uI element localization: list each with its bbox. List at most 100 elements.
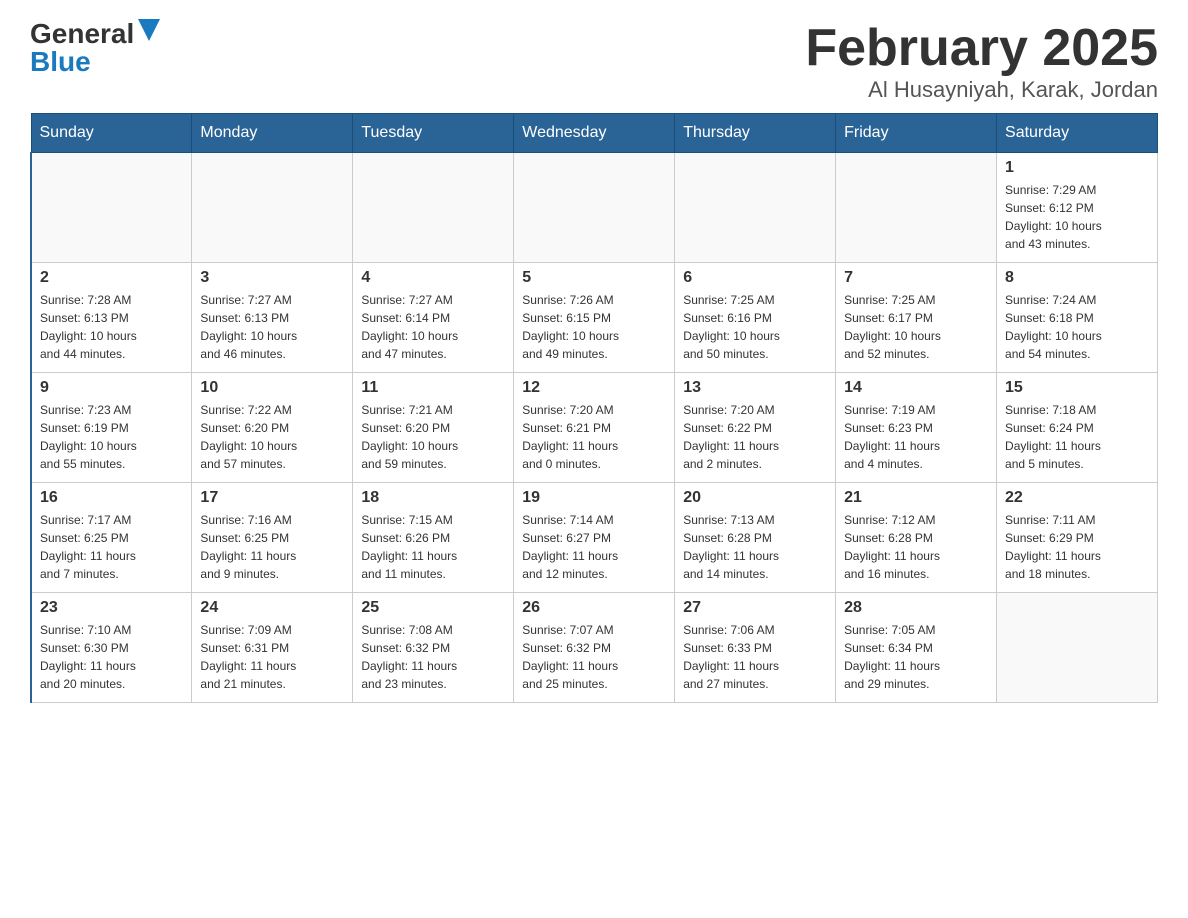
day-info: Sunrise: 7:21 AMSunset: 6:20 PMDaylight:… [361, 401, 505, 473]
calendar-week-row: 2 Sunrise: 7:28 AMSunset: 6:13 PMDaylight… [31, 263, 1158, 373]
day-number: 24 [200, 599, 344, 617]
calendar-day-cell: 22 Sunrise: 7:11 AMSunset: 6:29 PMDayligh… [997, 483, 1158, 593]
location: Al Husayniyah, Karak, Jordan [805, 77, 1158, 103]
day-number: 5 [522, 269, 666, 287]
calendar-day-cell: 15 Sunrise: 7:18 AMSunset: 6:24 PMDayligh… [997, 373, 1158, 483]
calendar-day-cell: 26 Sunrise: 7:07 AMSunset: 6:32 PMDayligh… [514, 593, 675, 703]
day-number: 12 [522, 379, 666, 397]
day-info: Sunrise: 7:26 AMSunset: 6:15 PMDaylight:… [522, 291, 666, 363]
weekday-header: Saturday [997, 114, 1158, 153]
calendar-day-cell [836, 153, 997, 263]
day-info: Sunrise: 7:18 AMSunset: 6:24 PMDaylight:… [1005, 401, 1149, 473]
day-number: 17 [200, 489, 344, 507]
calendar-week-row: 1 Sunrise: 7:29 AMSunset: 6:12 PMDaylight… [31, 153, 1158, 263]
day-info: Sunrise: 7:05 AMSunset: 6:34 PMDaylight:… [844, 621, 988, 693]
weekday-header: Tuesday [353, 114, 514, 153]
day-number: 25 [361, 599, 505, 617]
calendar-day-cell: 6 Sunrise: 7:25 AMSunset: 6:16 PMDaylight… [675, 263, 836, 373]
calendar-body: 1 Sunrise: 7:29 AMSunset: 6:12 PMDaylight… [31, 153, 1158, 703]
day-number: 15 [1005, 379, 1149, 397]
day-number: 4 [361, 269, 505, 287]
day-info: Sunrise: 7:25 AMSunset: 6:16 PMDaylight:… [683, 291, 827, 363]
day-number: 28 [844, 599, 988, 617]
day-number: 3 [200, 269, 344, 287]
calendar-day-cell: 25Sunrise: 7:08 AMSunset: 6:32 PMDayligh… [353, 593, 514, 703]
calendar-day-cell: 24 Sunrise: 7:09 AMSunset: 6:31 PMDayligh… [192, 593, 353, 703]
day-number: 20 [683, 489, 827, 507]
calendar-day-cell: 18Sunrise: 7:15 AMSunset: 6:26 PMDayligh… [353, 483, 514, 593]
day-info: Sunrise: 7:24 AMSunset: 6:18 PMDaylight:… [1005, 291, 1149, 363]
calendar-day-cell: 9 Sunrise: 7:23 AMSunset: 6:19 PMDaylight… [31, 373, 192, 483]
logo: General Blue [30, 20, 160, 76]
calendar-day-cell: 3Sunrise: 7:27 AMSunset: 6:13 PMDaylight… [192, 263, 353, 373]
weekday-header: Wednesday [514, 114, 675, 153]
day-number: 9 [40, 379, 183, 397]
calendar-day-cell: 2 Sunrise: 7:28 AMSunset: 6:13 PMDaylight… [31, 263, 192, 373]
weekday-header: Monday [192, 114, 353, 153]
day-number: 1 [1005, 159, 1149, 177]
logo-general-text: General [30, 20, 134, 48]
day-number: 6 [683, 269, 827, 287]
title-block: February 2025 Al Husayniyah, Karak, Jord… [805, 20, 1158, 103]
calendar-week-row: 23 Sunrise: 7:10 AMSunset: 6:30 PMDayligh… [31, 593, 1158, 703]
day-number: 23 [40, 599, 183, 617]
calendar-week-row: 16 Sunrise: 7:17 AMSunset: 6:25 PMDayligh… [31, 483, 1158, 593]
day-info: Sunrise: 7:12 AMSunset: 6:28 PMDaylight:… [844, 511, 988, 583]
day-info: Sunrise: 7:17 AMSunset: 6:25 PMDaylight:… [40, 511, 183, 583]
calendar-day-cell: 27Sunrise: 7:06 AMSunset: 6:33 PMDayligh… [675, 593, 836, 703]
day-info: Sunrise: 7:22 AMSunset: 6:20 PMDaylight:… [200, 401, 344, 473]
calendar-day-cell: 19 Sunrise: 7:14 AMSunset: 6:27 PMDayligh… [514, 483, 675, 593]
calendar-day-cell: 13Sunrise: 7:20 AMSunset: 6:22 PMDayligh… [675, 373, 836, 483]
day-info: Sunrise: 7:07 AMSunset: 6:32 PMDaylight:… [522, 621, 666, 693]
calendar-day-cell [675, 153, 836, 263]
calendar-day-cell: 16 Sunrise: 7:17 AMSunset: 6:25 PMDayligh… [31, 483, 192, 593]
weekday-header: Sunday [31, 114, 192, 153]
calendar-day-cell: 7 Sunrise: 7:25 AMSunset: 6:17 PMDaylight… [836, 263, 997, 373]
day-info: Sunrise: 7:14 AMSunset: 6:27 PMDaylight:… [522, 511, 666, 583]
day-number: 10 [200, 379, 344, 397]
calendar-header: SundayMondayTuesdayWednesdayThursdayFrid… [31, 114, 1158, 153]
calendar-day-cell: 28 Sunrise: 7:05 AMSunset: 6:34 PMDayligh… [836, 593, 997, 703]
calendar-day-cell: 10 Sunrise: 7:22 AMSunset: 6:20 PMDayligh… [192, 373, 353, 483]
day-number: 22 [1005, 489, 1149, 507]
day-number: 14 [844, 379, 988, 397]
day-number: 2 [40, 269, 183, 287]
day-info: Sunrise: 7:11 AMSunset: 6:29 PMDaylight:… [1005, 511, 1149, 583]
day-number: 11 [361, 379, 505, 397]
day-number: 19 [522, 489, 666, 507]
logo-blue-text: Blue [30, 48, 91, 76]
day-number: 7 [844, 269, 988, 287]
calendar-day-cell [31, 153, 192, 263]
day-info: Sunrise: 7:15 AMSunset: 6:26 PMDaylight:… [361, 511, 505, 583]
day-info: Sunrise: 7:09 AMSunset: 6:31 PMDaylight:… [200, 621, 344, 693]
day-info: Sunrise: 7:20 AMSunset: 6:21 PMDaylight:… [522, 401, 666, 473]
month-title: February 2025 [805, 20, 1158, 77]
day-info: Sunrise: 7:10 AMSunset: 6:30 PMDaylight:… [40, 621, 183, 693]
logo-triangle-icon [138, 19, 160, 41]
day-number: 8 [1005, 269, 1149, 287]
page-header: General Blue February 2025 Al Husayniyah… [30, 20, 1158, 103]
calendar-day-cell: 14 Sunrise: 7:19 AMSunset: 6:23 PMDayligh… [836, 373, 997, 483]
day-info: Sunrise: 7:28 AMSunset: 6:13 PMDaylight:… [40, 291, 183, 363]
calendar-day-cell: 11 Sunrise: 7:21 AMSunset: 6:20 PMDayligh… [353, 373, 514, 483]
day-info: Sunrise: 7:16 AMSunset: 6:25 PMDaylight:… [200, 511, 344, 583]
day-info: Sunrise: 7:13 AMSunset: 6:28 PMDaylight:… [683, 511, 827, 583]
day-info: Sunrise: 7:25 AMSunset: 6:17 PMDaylight:… [844, 291, 988, 363]
weekday-header: Friday [836, 114, 997, 153]
calendar-day-cell: 5 Sunrise: 7:26 AMSunset: 6:15 PMDaylight… [514, 263, 675, 373]
calendar-day-cell [514, 153, 675, 263]
day-info: Sunrise: 7:23 AMSunset: 6:19 PMDaylight:… [40, 401, 183, 473]
day-number: 21 [844, 489, 988, 507]
day-number: 27 [683, 599, 827, 617]
calendar-week-row: 9 Sunrise: 7:23 AMSunset: 6:19 PMDaylight… [31, 373, 1158, 483]
calendar-day-cell: 21 Sunrise: 7:12 AMSunset: 6:28 PMDayligh… [836, 483, 997, 593]
calendar-day-cell [192, 153, 353, 263]
day-info: Sunrise: 7:20 AMSunset: 6:22 PMDaylight:… [683, 401, 827, 473]
day-number: 16 [40, 489, 183, 507]
calendar-day-cell: 4Sunrise: 7:27 AMSunset: 6:14 PMDaylight… [353, 263, 514, 373]
calendar-day-cell: 23 Sunrise: 7:10 AMSunset: 6:30 PMDayligh… [31, 593, 192, 703]
day-info: Sunrise: 7:19 AMSunset: 6:23 PMDaylight:… [844, 401, 988, 473]
day-number: 26 [522, 599, 666, 617]
day-info: Sunrise: 7:29 AMSunset: 6:12 PMDaylight:… [1005, 181, 1149, 253]
calendar-day-cell [997, 593, 1158, 703]
